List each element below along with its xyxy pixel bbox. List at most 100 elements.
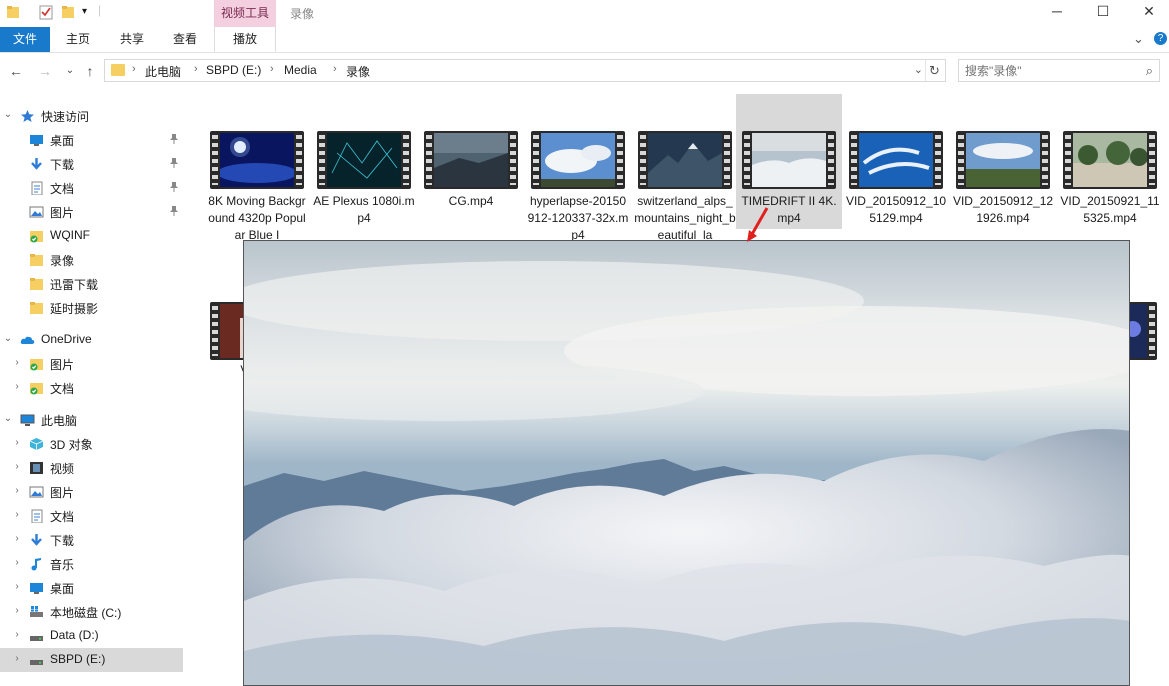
chevron-right-icon[interactable]: › — [12, 581, 22, 592]
breadcrumb-recordings[interactable]: 录像 — [346, 63, 370, 80]
search-input[interactable] — [965, 63, 1125, 78]
collapse-ribbon-icon[interactable]: ⌄ — [1133, 31, 1144, 47]
chevron-right-icon[interactable]: › — [12, 653, 22, 664]
sidebar-item[interactable]: › Data (D:) — [0, 624, 183, 648]
chevron-right-icon[interactable]: › — [12, 605, 22, 616]
chevron-right-icon[interactable]: › — [12, 485, 22, 496]
sidebar-item[interactable]: › 桌面 — [0, 576, 183, 600]
chevron-right-icon[interactable]: › — [132, 63, 136, 75]
sidebar-item[interactable]: › 本地磁盘 (C:) — [0, 600, 183, 624]
chevron-right-icon[interactable]: › — [12, 629, 22, 640]
sidebar-item-label: 延时摄影 — [50, 302, 99, 316]
sidebar-item[interactable]: 图片 — [0, 200, 183, 224]
chevron-right-icon[interactable]: › — [12, 381, 22, 392]
file-name: switzerland_alps_mountains_night_beautif… — [634, 194, 736, 242]
sidebar-item[interactable]: › 视频 — [0, 456, 183, 480]
sidebar-item[interactable]: 录像 — [0, 248, 183, 272]
file-tile[interactable]: switzerland_alps_mountains_night_beautif… — [632, 94, 738, 242]
sidebar-item[interactable]: › 图片 — [0, 352, 183, 376]
sidebar-item[interactable]: 桌面 — [0, 128, 183, 152]
chevron-right-icon[interactable]: › — [333, 63, 337, 75]
minimize-button[interactable]: ─ — [1034, 0, 1080, 24]
breadcrumb-drive-e[interactable]: SBPD (E:) — [206, 63, 261, 77]
folder-icon[interactable] — [6, 4, 20, 20]
maximize-button[interactable]: ☐ — [1080, 0, 1126, 24]
chevron-right-icon[interactable]: › — [12, 357, 22, 368]
sidebar-item[interactable]: ⌄ 此电脑 — [0, 408, 183, 432]
refresh-button[interactable]: ↻ — [925, 60, 943, 81]
tab-view[interactable]: 查看 — [163, 27, 207, 52]
sidebar-item[interactable]: › 音乐 — [0, 552, 183, 576]
new-folder-icon[interactable] — [61, 4, 75, 20]
customize-toolbar-icon[interactable]: ▾ — [82, 6, 96, 22]
tab-playback[interactable]: 播放 — [214, 27, 276, 52]
sidebar-item[interactable]: 延时摄影 — [0, 296, 183, 320]
sidebar-item[interactable]: › SBPD (E:) — [0, 648, 183, 672]
chevron-right-icon[interactable]: › — [12, 533, 22, 544]
sidebar-item[interactable]: › 下载 — [0, 528, 183, 552]
folder-sync-icon — [29, 381, 44, 395]
file-tile[interactable]: VID_20150921_115325.mp4 — [1057, 94, 1163, 229]
chevron-right-icon[interactable]: › — [12, 461, 22, 472]
chevron-right-icon[interactable]: › — [194, 63, 198, 75]
chevron-right-icon[interactable]: › — [12, 437, 22, 448]
breadcrumb-media[interactable]: Media — [284, 63, 317, 77]
sidebar-item[interactable]: › 文档 — [0, 504, 183, 528]
desktop-icon — [29, 581, 44, 595]
sidebar-item[interactable]: 迅雷下载 — [0, 272, 183, 296]
chevron-right-icon[interactable]: › — [270, 63, 274, 75]
tab-home[interactable]: 主页 — [56, 27, 100, 52]
file-tile[interactable]: AE Plexus 1080i.mp4 — [311, 94, 417, 229]
file-tile[interactable]: 8K Moving Background 4320p Popular Blue … — [204, 94, 310, 242]
sidebar-item[interactable]: 文档 — [0, 176, 183, 200]
sidebar-item-label: OneDrive — [41, 332, 92, 346]
sidebar-item[interactable]: › 文档 — [0, 376, 183, 400]
chevron-down-icon[interactable]: ⌄ — [3, 109, 13, 120]
search-icon[interactable]: ⌕ — [1146, 63, 1153, 79]
up-button[interactable]: ↑ — [81, 62, 99, 80]
sidebar-item[interactable]: ⌄ 快速访问 — [0, 104, 183, 128]
tab-file[interactable]: 文件 — [0, 27, 50, 52]
file-tile[interactable]: CG.mp4 — [418, 94, 524, 229]
sidebar-item-label: 视频 — [50, 462, 75, 476]
sidebar-item[interactable]: › 3D 对象 — [0, 432, 183, 456]
chevron-right-icon[interactable]: › — [12, 509, 22, 520]
thumbnail-image — [859, 133, 933, 187]
address-bar[interactable]: › 此电脑 › SBPD (E:) › Media › 录像 ⌄ ↻ — [104, 59, 946, 82]
breadcrumb-this-pc[interactable]: 此电脑 — [145, 63, 181, 80]
recent-locations-button[interactable]: ⌄ — [61, 62, 79, 80]
chevron-right-icon[interactable]: › — [12, 557, 22, 568]
sidebar-item-label: 此电脑 — [41, 414, 78, 428]
folder-sync-icon — [29, 229, 44, 243]
film-strip-edge — [319, 135, 325, 185]
properties-icon[interactable] — [39, 4, 53, 20]
sidebar-item-label: 音乐 — [50, 558, 75, 572]
file-tile[interactable]: hyperlapse-20150912-120337-32x.mp4 — [525, 94, 631, 242]
film-strip-edge — [935, 135, 941, 185]
chevron-down-icon[interactable]: ⌄ — [3, 333, 13, 344]
chevron-down-icon[interactable]: ⌄ — [3, 413, 13, 424]
forward-button[interactable]: → — [36, 62, 54, 80]
sidebar-item[interactable]: WQINF — [0, 224, 183, 248]
sidebar-item[interactable]: ⌄ OneDrive — [0, 328, 183, 352]
sidebar-item[interactable]: › 图片 — [0, 480, 183, 504]
tab-share[interactable]: 共享 — [110, 27, 154, 52]
close-button[interactable]: ✕ — [1126, 0, 1169, 24]
file-tile[interactable]: VID_20150912_121926.mp4 — [950, 94, 1056, 229]
sidebar-item-label: Data (D:) — [50, 628, 99, 642]
file-tile[interactable]: VID_20150912_105129.mp4 — [843, 94, 949, 229]
sidebar-item-label: 快速访问 — [41, 110, 90, 124]
film-strip-edge — [1149, 135, 1155, 185]
title-bar: ▾ | 视频工具 录像 ─ ☐ ✕ — [0, 0, 1169, 27]
search-box[interactable]: ⌕ — [958, 59, 1160, 82]
sidebar-item-label: 本地磁盘 (C:) — [50, 606, 122, 620]
back-button[interactable]: ← — [7, 62, 25, 80]
drive-icon — [29, 653, 44, 667]
chevron-down-icon[interactable]: ⌄ — [914, 63, 923, 76]
file-name: VID_20150912_105129.mp4 — [845, 194, 947, 225]
download-icon — [29, 157, 44, 171]
film-strip-edge — [640, 135, 646, 185]
video-thumbnail — [210, 131, 304, 189]
help-icon[interactable]: ? — [1154, 32, 1167, 45]
sidebar-item[interactable]: 下载 — [0, 152, 183, 176]
